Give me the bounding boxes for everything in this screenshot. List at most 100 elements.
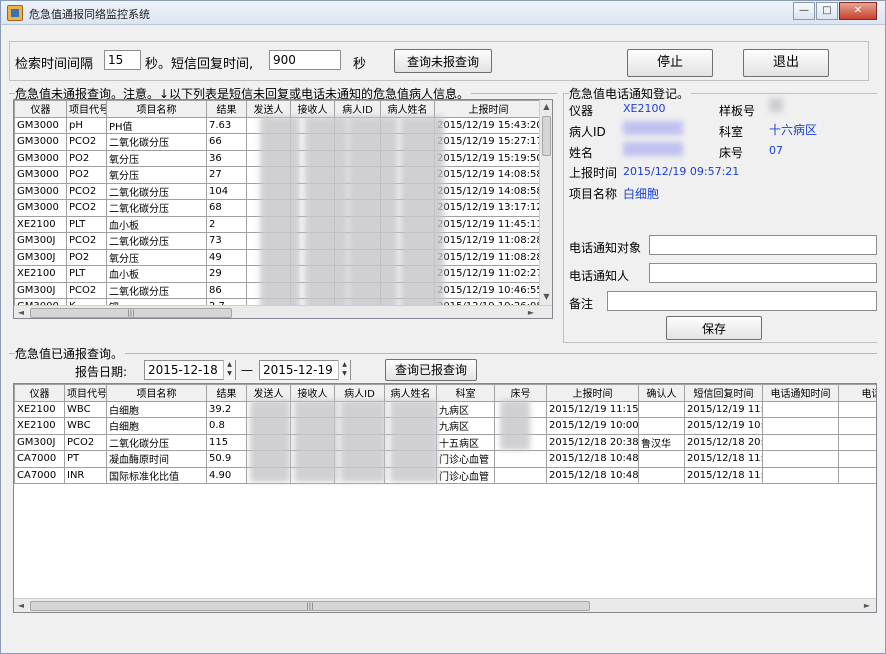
- reported-hscroll[interactable]: ◄ ||| ►: [14, 598, 876, 612]
- table-cell: XE2100: [14, 400, 65, 418]
- privacy-blur: [294, 400, 338, 482]
- table-cell: [638, 466, 685, 484]
- table-row[interactable]: XE2100 WBC 白细胞 0.8 九病区 2015/12/19 10:00:1 2015…: [14, 417, 876, 435]
- spin-down-icon[interactable]: ▼: [339, 369, 350, 378]
- table-cell: 49: [206, 248, 247, 266]
- column-header[interactable]: 确认人: [638, 384, 685, 402]
- column-header[interactable]: 上报时间: [546, 384, 639, 402]
- remark-input[interactable]: [607, 291, 877, 311]
- table-cell: 九病区: [436, 400, 495, 418]
- column-header[interactable]: 仪器: [14, 384, 65, 402]
- table-cell: 血小板: [106, 265, 207, 283]
- date-separator: —: [241, 363, 253, 377]
- unreported-grid[interactable]: 仪器 项目代号 项目名称 结果 发送人 接收人 病人ID 病人姓名 上报时间 GM3000 pH P…: [13, 99, 553, 319]
- table-cell: 2015/12/19 11:3: [684, 400, 763, 418]
- sms-unit-label: 秒: [353, 57, 367, 72]
- column-header[interactable]: 项目名称: [106, 384, 207, 402]
- table-cell: 鲁汉华: [638, 433, 685, 451]
- table-cell: 二氧化碳分压: [106, 433, 207, 451]
- scroll-down-icon[interactable]: ▼: [540, 290, 552, 304]
- table-cell: 0.8: [206, 417, 247, 435]
- table-cell: 九病区: [436, 417, 495, 435]
- query-reported-button[interactable]: 查询已报查询: [385, 359, 477, 381]
- table-cell: 门诊心血管: [436, 466, 495, 484]
- save-button[interactable]: 保存: [666, 316, 762, 340]
- spin-down-icon[interactable]: ▼: [224, 369, 235, 378]
- column-header[interactable]: 病人姓名: [384, 384, 437, 402]
- close-button[interactable]: ✕: [839, 2, 877, 20]
- table-cell: [494, 450, 547, 468]
- scroll-thumb[interactable]: |||: [30, 601, 590, 611]
- column-header[interactable]: 电话通知时间: [762, 384, 839, 402]
- column-header[interactable]: 项目代号: [64, 384, 107, 402]
- column-header[interactable]: 结果: [206, 384, 247, 402]
- column-header[interactable]: 床号: [494, 384, 547, 402]
- privacy-blur: [400, 116, 444, 312]
- column-header[interactable]: 短信回复时间: [684, 384, 763, 402]
- report-time-label: 上报时间: [569, 166, 618, 180]
- table-cell: [838, 450, 876, 468]
- scroll-left-icon[interactable]: ◄: [14, 306, 28, 318]
- column-header[interactable]: 病人ID: [334, 100, 381, 118]
- unreported-hscroll[interactable]: ◄ ||| ►: [14, 305, 552, 318]
- app-icon: [7, 5, 23, 21]
- scroll-thumb[interactable]: [542, 116, 551, 156]
- column-header[interactable]: 发送人: [246, 100, 291, 118]
- table-cell: PLT: [66, 265, 107, 283]
- column-header[interactable]: 仪器: [14, 100, 67, 118]
- column-header[interactable]: 病人姓名: [380, 100, 435, 118]
- table-cell: 二氧化碳分压: [106, 133, 207, 151]
- query-unreported-button[interactable]: 查询未报查询: [394, 49, 492, 73]
- notify-person-input[interactable]: [649, 263, 877, 283]
- column-header[interactable]: 电话通: [838, 384, 876, 402]
- item-value: 白细胞: [623, 187, 660, 201]
- table-row[interactable]: XE2100 WBC 白细胞 39.2 九病区 2015/12/19 11:15:0 201…: [14, 400, 876, 418]
- scroll-left-icon[interactable]: ◄: [14, 599, 28, 612]
- column-header[interactable]: 病人ID: [334, 384, 385, 402]
- table-cell: PT: [64, 450, 107, 468]
- interval-input[interactable]: 15: [104, 50, 141, 70]
- date-to-spinner[interactable]: ▲ ▼: [338, 360, 350, 380]
- unreported-vscroll[interactable]: ▲ ▼: [539, 100, 552, 305]
- spin-up-icon[interactable]: ▲: [224, 360, 235, 369]
- table-cell: 2015/12/19 11:15:0: [546, 400, 639, 418]
- table-cell: 氧分压: [106, 248, 207, 266]
- table-cell: 2: [206, 215, 247, 233]
- scroll-right-icon[interactable]: ►: [860, 599, 874, 612]
- table-row[interactable]: GM300J PCO2 二氧化碳分压 115 十五病区 2015/12/18 20:38:…: [14, 433, 876, 451]
- maximize-button[interactable]: □: [816, 2, 838, 20]
- column-header[interactable]: 发送人: [246, 384, 291, 402]
- privacy-blur: [250, 400, 290, 482]
- column-header[interactable]: 接收人: [290, 100, 335, 118]
- scroll-right-icon[interactable]: ►: [524, 306, 538, 318]
- table-cell: 二氧化碳分压: [106, 182, 207, 200]
- spin-up-icon[interactable]: ▲: [339, 360, 350, 369]
- bed-label: 床号: [719, 146, 744, 160]
- table-cell: 27: [206, 166, 247, 184]
- table-cell: 2015/12/19 13:17:12: [434, 199, 543, 217]
- reported-grid[interactable]: 仪器 项目代号 项目名称 结果 发送人 接收人 病人ID 病人姓名 科室 床号 上报时间 确认人 短信回…: [13, 383, 877, 613]
- column-header[interactable]: 科室: [436, 384, 495, 402]
- minimize-button[interactable]: —: [793, 2, 815, 20]
- table-cell: [838, 400, 876, 418]
- column-header[interactable]: 结果: [206, 100, 247, 118]
- table-row[interactable]: CA7000 PT 凝血酶原时间 50.9 门诊心血管 2015/12/18 10:48:…: [14, 450, 876, 468]
- table-cell: 氧分压: [106, 166, 207, 184]
- column-header[interactable]: 项目名称: [106, 100, 207, 118]
- column-header[interactable]: 上报时间: [434, 100, 543, 118]
- table-row[interactable]: CA7000 INR 国际标准化比值 4.90 门诊心血管 2015/12/18 10:4…: [14, 466, 876, 484]
- date-from-spinner[interactable]: ▲ ▼: [223, 360, 235, 380]
- sms-reply-input[interactable]: 900: [269, 50, 341, 70]
- column-header[interactable]: 项目代号: [66, 100, 107, 118]
- stop-button[interactable]: 停止: [627, 49, 713, 77]
- table-cell: XE2100: [14, 215, 67, 233]
- notify-target-input[interactable]: [649, 235, 877, 255]
- table-cell: 二氧化碳分压: [106, 232, 207, 250]
- scroll-thumb[interactable]: |||: [30, 308, 232, 318]
- scroll-up-icon[interactable]: ▲: [540, 100, 552, 114]
- column-header[interactable]: 接收人: [290, 384, 335, 402]
- table-cell: [638, 400, 685, 418]
- instrument-value: XE2100: [623, 102, 666, 115]
- table-cell: GM3000: [14, 133, 67, 151]
- exit-button[interactable]: 退出: [743, 49, 829, 77]
